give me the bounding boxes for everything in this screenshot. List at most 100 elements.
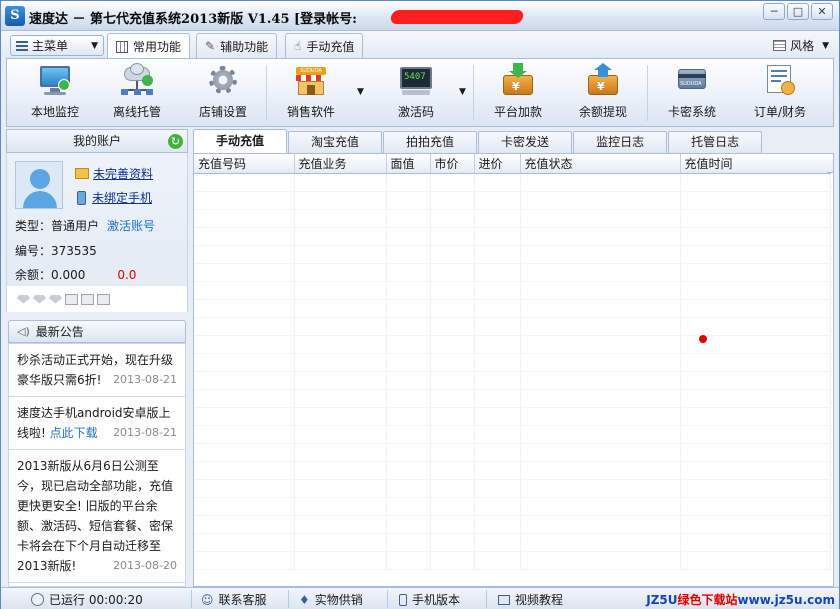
activate-account-link[interactable]: 激活账号 xyxy=(107,217,155,234)
column-header[interactable]: 充值状态 xyxy=(520,154,681,174)
activation-code-button[interactable]: 5407 激活码 xyxy=(390,63,442,123)
main-menu-button[interactable]: 主菜单 ▼ xyxy=(10,35,104,56)
local-monitor-button[interactable]: 本地监控 xyxy=(29,63,81,123)
tab-card-send[interactable]: 卡密发送 xyxy=(478,131,573,153)
video-tutorial-button[interactable]: 视频教程 xyxy=(498,591,563,608)
table-cell xyxy=(386,317,431,336)
app-window: S 速度达 － 第七代充值系统2013新版 V1.45 [登录帐号: ─ □ ✕… xyxy=(0,0,840,609)
document-badge-icon xyxy=(81,293,94,305)
card-system-button[interactable]: SUDUDA 卡密系统 xyxy=(666,63,718,123)
title-bar[interactable]: S 速度达 － 第七代充值系统2013新版 V1.45 [登录帐号: ─ □ ✕ xyxy=(1,1,839,31)
table-cell xyxy=(430,425,475,444)
sell-software-dropdown-icon[interactable]: ▼ xyxy=(357,87,364,97)
sell-software-button[interactable]: SUDUDA 销售软件 xyxy=(285,63,337,123)
table-cell xyxy=(474,425,521,444)
table-row[interactable] xyxy=(194,371,831,390)
avatar[interactable] xyxy=(15,161,63,209)
list-item[interactable]: 秒杀活动正式开始，现在升级豪华版只需6折! 2013-08-21 xyxy=(9,344,185,397)
bind-phone-link[interactable]: 未绑定手机 xyxy=(92,189,152,206)
goods-supply-button[interactable]: ♦ 实物供销 xyxy=(299,591,363,608)
contact-support-button[interactable]: ☺ 联系客服 xyxy=(201,591,267,608)
table-cell xyxy=(520,515,681,534)
table-cell xyxy=(474,407,521,426)
column-header[interactable]: 充值时间 xyxy=(680,154,831,174)
complete-profile-link[interactable]: 未完善资料 xyxy=(93,165,153,182)
table-row[interactable] xyxy=(194,353,831,372)
skin-selector[interactable]: 风格 ▼ xyxy=(773,37,829,54)
table-cell xyxy=(474,263,521,282)
close-button[interactable]: ✕ xyxy=(811,3,833,20)
platform-deposit-button[interactable]: ¥ 平台加款 xyxy=(492,63,544,123)
minimize-button[interactable]: ─ xyxy=(763,3,785,20)
table-cell xyxy=(430,209,475,228)
refresh-icon[interactable]: ↻ xyxy=(168,134,183,149)
column-header[interactable]: 面值 xyxy=(386,154,431,174)
notice-list[interactable]: 秒杀活动正式开始，现在升级豪华版只需6折! 2013-08-21 速度达手机an… xyxy=(8,343,186,587)
table-cell xyxy=(520,245,681,264)
table-row[interactable] xyxy=(194,173,831,192)
table-row[interactable] xyxy=(194,263,831,282)
restore-button[interactable]: □ xyxy=(787,3,809,20)
table-cell xyxy=(680,299,831,318)
mobile-version-button[interactable]: 手机版本 xyxy=(399,591,460,608)
column-header[interactable]: 市价 xyxy=(430,154,475,174)
table-row[interactable] xyxy=(194,425,831,444)
shop-settings-button[interactable]: 店铺设置 xyxy=(197,63,249,123)
table-cell xyxy=(294,389,387,408)
table-cell xyxy=(474,353,521,372)
list-item[interactable]: 2013新版从6月6日公测至今，现已启动全部功能，充值更快更安全! 旧版的平台余… xyxy=(9,450,185,583)
column-header[interactable]: 进价 xyxy=(474,154,521,174)
column-header[interactable]: 充值号码 xyxy=(194,154,295,174)
table-cell xyxy=(386,335,431,354)
table-cell xyxy=(520,371,681,390)
table-row[interactable] xyxy=(194,533,831,552)
table-cell xyxy=(474,479,521,498)
table-row[interactable] xyxy=(194,389,831,408)
table-row[interactable] xyxy=(194,209,831,228)
table-cell xyxy=(520,317,681,336)
table-row[interactable] xyxy=(194,227,831,246)
tab-aux-functions[interactable]: ✎ 辅助功能 xyxy=(196,33,278,58)
table-cell xyxy=(194,299,295,318)
table-cell xyxy=(680,173,831,192)
recharge-table[interactable]: 充值号码 充值业务 面值 市价 进价 充值状态 充值时间 xyxy=(193,153,834,587)
offline-hosting-button[interactable]: 离线托管 xyxy=(111,63,163,123)
list-item[interactable]: 速度达手机android安卓版上线啦! 点此下载 2013-08-21 xyxy=(9,397,185,450)
activation-code-dropdown-icon[interactable]: ▼ xyxy=(459,87,466,97)
table-row[interactable] xyxy=(194,461,831,480)
column-header[interactable]: 充值业务 xyxy=(294,154,387,174)
tab-common-functions[interactable]: 常用功能 xyxy=(107,33,191,59)
table-row[interactable] xyxy=(194,245,831,264)
table-row[interactable] xyxy=(194,281,831,300)
tool-label: 卡密系统 xyxy=(667,105,716,119)
toolbar-separator xyxy=(473,65,474,121)
support-icon: ☺ xyxy=(201,592,214,607)
tab-manual-recharge[interactable]: ☝ 手动充值 xyxy=(285,33,364,58)
balance-withdraw-button[interactable]: ¥ 余额提现 xyxy=(577,63,629,123)
video-icon xyxy=(498,594,510,605)
tab-hosting-log[interactable]: 托管日志 xyxy=(668,131,763,153)
table-cell xyxy=(520,407,681,426)
tab-taobao-recharge[interactable]: 淘宝充值 xyxy=(288,131,383,153)
table-row[interactable] xyxy=(194,497,831,516)
order-finance-button[interactable]: 订单/财务 xyxy=(750,63,810,123)
table-row[interactable] xyxy=(194,515,831,534)
table-row[interactable] xyxy=(194,407,831,426)
table-row[interactable] xyxy=(194,335,831,354)
tab-monitor-log[interactable]: 监控日志 xyxy=(573,131,668,153)
menu-icon xyxy=(16,40,28,51)
table-row[interactable] xyxy=(194,443,831,462)
tab-paipai-recharge[interactable]: 拍拍充值 xyxy=(383,131,478,153)
table-row[interactable] xyxy=(194,317,831,336)
table-row[interactable] xyxy=(194,299,831,318)
table-row[interactable] xyxy=(194,191,831,210)
table-cell xyxy=(294,443,387,462)
table-cell xyxy=(294,209,387,228)
table-row[interactable] xyxy=(194,479,831,498)
order-icon xyxy=(763,63,797,97)
tab-manual-recharge[interactable]: 手动充值 xyxy=(193,129,288,153)
table-cell xyxy=(194,317,295,336)
table-row[interactable] xyxy=(194,551,831,570)
table-cell xyxy=(680,461,831,480)
download-link[interactable]: 点此下载 xyxy=(50,426,98,440)
